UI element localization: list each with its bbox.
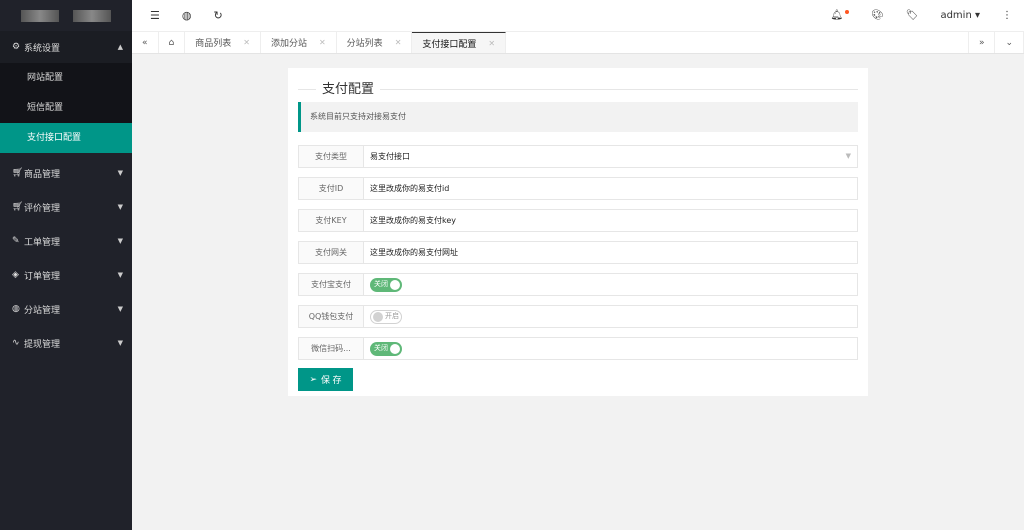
tab-goods-list[interactable]: 商品列表 ✕	[185, 32, 261, 53]
refresh-icon[interactable]: ↻	[213, 9, 222, 22]
scroll-right-icon[interactable]: »	[967, 32, 996, 53]
save-label: 保 存	[321, 375, 342, 385]
tab-bar: « ⌂ 商品列表 ✕ 添加分站 ✕ 分站列表 ✕ 支付接口配置 ✕ » ⌄	[132, 31, 1024, 54]
home-tab-icon[interactable]: ⌂	[159, 32, 186, 53]
sidebar-group-label: 系统设置	[24, 43, 61, 54]
field-wechat: 微信扫码... 关闭	[298, 337, 858, 360]
sidebar-group-system[interactable]: ⚙ 系统设置 ▲	[0, 31, 132, 63]
field-pay-gateway: 支付网关 这里改成你的易支付网址	[298, 241, 858, 264]
field-label: 支付KEY	[299, 210, 364, 231]
wechat-toggle[interactable]: 关闭	[370, 341, 402, 356]
select-value: 易支付接口	[370, 152, 410, 161]
pay-key-input[interactable]: 这里改成你的易支付key	[364, 210, 857, 231]
close-icon[interactable]: ✕	[488, 39, 495, 48]
globe-icon: ◍	[12, 304, 20, 314]
cart-icon: 🛒︎	[12, 202, 24, 212]
caret-up-icon: ▲	[117, 43, 123, 51]
tab-substation-list[interactable]: 分站列表 ✕	[337, 32, 413, 53]
bell-icon[interactable]: 🔔︎	[830, 10, 850, 21]
qqpay-toggle[interactable]: 开启	[370, 309, 402, 324]
sidebar-item-site-config[interactable]: 网站配置	[0, 63, 132, 93]
sidebar-item-payment-config[interactable]: 支付接口配置	[0, 123, 132, 153]
more-icon[interactable]: ⋮	[1002, 10, 1012, 21]
card-title: 支付配置	[316, 78, 381, 97]
sidebar-group-label: 订单管理	[24, 271, 61, 282]
toggle-text: 关闭	[374, 344, 388, 352]
edit-icon: ✎	[12, 236, 20, 246]
sidebar-group-label: 提现管理	[24, 339, 61, 350]
tab-label: 添加分站	[270, 39, 307, 49]
caret-down-icon: ▼	[117, 237, 123, 245]
field-label: 微信扫码...	[299, 338, 364, 359]
pay-id-input[interactable]: 这里改成你的易支付id	[364, 178, 857, 199]
notification-dot	[845, 10, 850, 14]
palette-icon[interactable]: 🎨︎	[871, 10, 884, 21]
menu-toggle-icon[interactable]: ☰	[150, 9, 160, 22]
sidebar: ⚙ 系统设置 ▲ 网站配置 短信配置 支付接口配置 🛒︎ 商品管理 ▼ 🛒︎ 评价管理…	[0, 0, 132, 530]
logo	[0, 0, 132, 31]
sidebar-group-substations[interactable]: ◍ 分站管理 ▼	[0, 292, 132, 326]
field-label: 支付网关	[299, 242, 364, 263]
sidebar-group-withdraw[interactable]: ∿ 提现管理 ▼	[0, 326, 132, 360]
field-pay-type: 支付类型 易支付接口 ▼	[298, 145, 858, 168]
payment-config-card: 支付配置 系统目前只支持对接易支付 支付类型 易支付接口 ▼ 支付ID 这里改成你…	[288, 68, 868, 396]
caret-down-icon: ▼	[117, 271, 123, 279]
sidebar-group-label: 工单管理	[24, 237, 61, 248]
sidebar-group-label: 分站管理	[24, 305, 61, 316]
pay-type-select[interactable]: 易支付接口 ▼	[364, 146, 857, 167]
sidebar-group-orders[interactable]: ◈ 订单管理 ▼	[0, 258, 132, 292]
sidebar-group-reviews[interactable]: 🛒︎ 评价管理 ▼	[0, 190, 132, 224]
field-qqpay: QQ钱包支付 开启	[298, 305, 858, 328]
caret-down-icon: ▼	[845, 152, 851, 160]
chevron-down-icon[interactable]: ⌄	[995, 32, 1024, 53]
toggle-text: 关闭	[374, 280, 388, 288]
user-menu[interactable]: admin ▾	[940, 10, 980, 21]
send-icon: ➢	[309, 374, 318, 384]
sidebar-group-goods[interactable]: 🛒︎ 商品管理 ▼	[0, 156, 132, 190]
field-label: 支付类型	[299, 146, 364, 167]
layers-icon: ◈	[12, 270, 19, 280]
cart-icon: 🛒︎	[12, 168, 24, 178]
close-icon[interactable]: ✕	[395, 38, 402, 47]
pay-gateway-input[interactable]: 这里改成你的易支付网址	[364, 242, 857, 263]
tab-label: 分站列表	[346, 39, 383, 49]
caret-down-icon: ▼	[117, 339, 123, 347]
tab-add-substation[interactable]: 添加分站 ✕	[261, 32, 337, 53]
toggle-text: 开启	[385, 312, 399, 320]
pulse-icon: ∿	[12, 338, 20, 348]
gear-icon: ⚙	[12, 42, 21, 52]
tab-payment-config[interactable]: 支付接口配置 ✕	[412, 32, 507, 53]
field-label: QQ钱包支付	[299, 306, 364, 327]
sidebar-item-sms-config[interactable]: 短信配置	[0, 93, 132, 123]
sidebar-group-tickets[interactable]: ✎ 工单管理 ▼	[0, 224, 132, 258]
globe-icon[interactable]: ◍	[182, 9, 192, 22]
field-pay-key: 支付KEY 这里改成你的易支付key	[298, 209, 858, 232]
caret-down-icon: ▼	[117, 203, 123, 211]
close-icon[interactable]: ✕	[319, 38, 326, 47]
info-note: 系统目前只支持对接易支付	[298, 102, 858, 132]
scroll-left-icon[interactable]: «	[132, 32, 159, 53]
sidebar-group-label: 评价管理	[24, 203, 61, 214]
tab-label: 商品列表	[195, 39, 232, 49]
field-label: 支付宝支付	[299, 274, 364, 295]
caret-down-icon: ▼	[117, 169, 123, 177]
field-pay-id: 支付ID 这里改成你的易支付id	[298, 177, 858, 200]
field-label: 支付ID	[299, 178, 364, 199]
field-alipay: 支付宝支付 关闭	[298, 273, 858, 296]
caret-down-icon: ▼	[117, 305, 123, 313]
tag-icon[interactable]: 🏷︎	[906, 10, 919, 21]
save-button[interactable]: ➢ 保 存	[298, 368, 353, 391]
top-header: ☰ ◍ ↻ 🔔︎ 🎨︎ 🏷︎ admin ▾ ⋮	[132, 0, 1024, 31]
username: admin	[940, 10, 972, 21]
close-icon[interactable]: ✕	[243, 38, 250, 47]
sidebar-group-label: 商品管理	[24, 169, 61, 180]
tab-label: 支付接口配置	[422, 39, 477, 50]
alipay-toggle[interactable]: 关闭	[370, 277, 402, 292]
